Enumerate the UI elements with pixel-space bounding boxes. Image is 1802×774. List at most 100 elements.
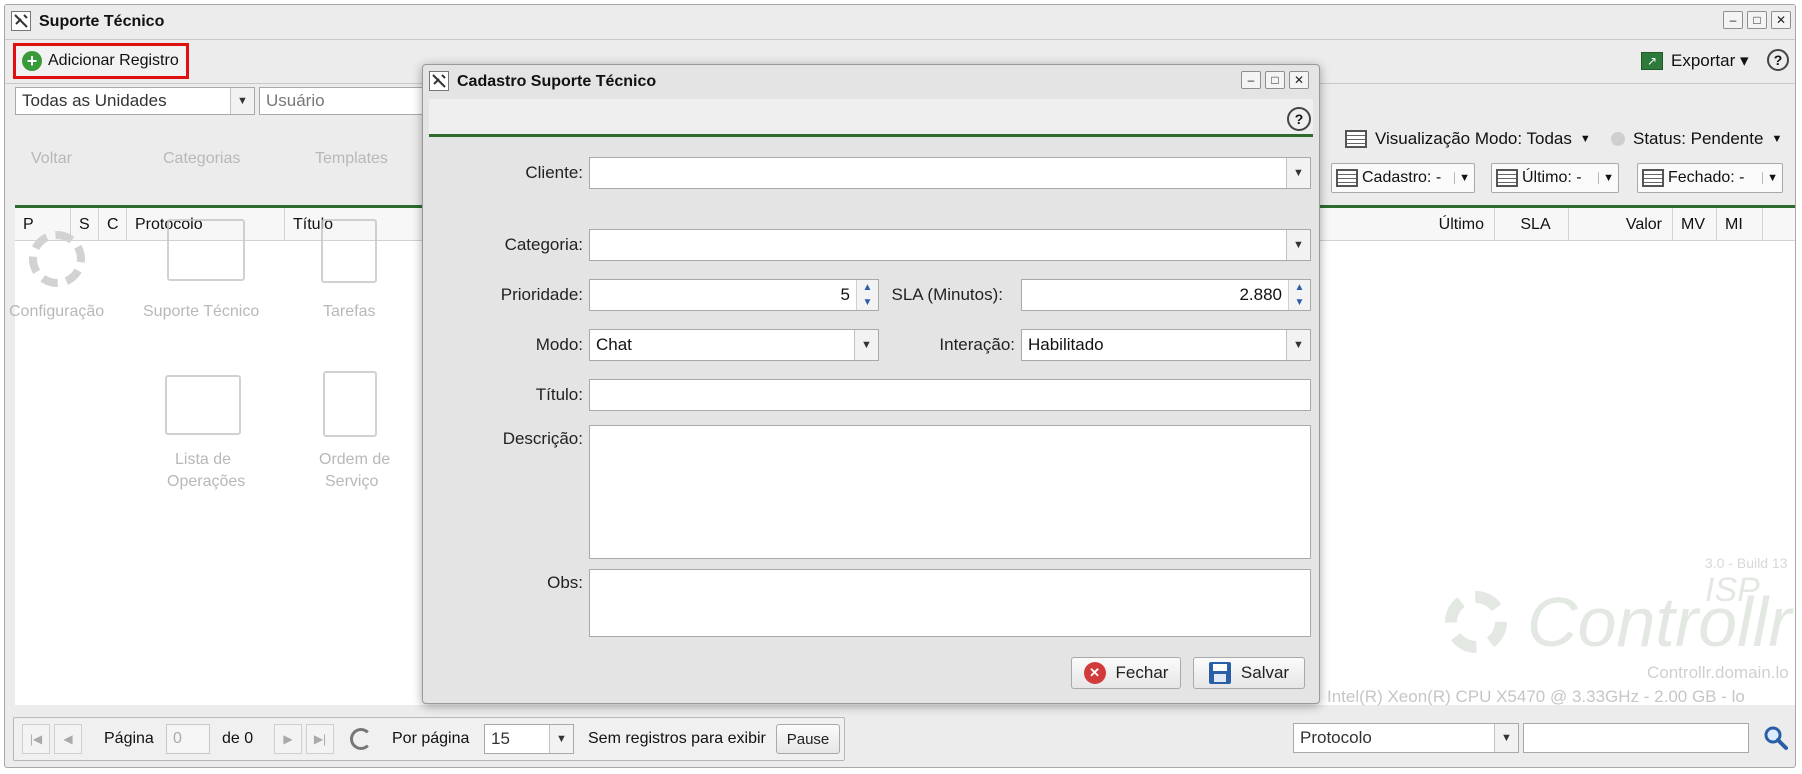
- chevron-down-icon[interactable]: ▼: [1286, 158, 1310, 188]
- column-mi[interactable]: MI: [1717, 208, 1763, 241]
- add-record-button[interactable]: + Adicionar Registro: [13, 43, 189, 79]
- prioridade-stepper[interactable]: 5 ▲ ▼: [589, 279, 879, 311]
- column-sla[interactable]: SLA: [1495, 208, 1569, 241]
- close-dialog-button[interactable]: ✕ Fechar: [1071, 657, 1181, 689]
- close-button[interactable]: ✕: [1771, 11, 1791, 29]
- page-total-label: de 0: [222, 730, 254, 747]
- prioridade-value: 5: [840, 285, 850, 304]
- app-icon: [11, 11, 31, 31]
- chevron-down-icon: ▼: [1454, 172, 1470, 184]
- work-order-icon: [323, 371, 377, 437]
- monitor-icon: [167, 219, 245, 281]
- chevron-down-icon[interactable]: ▼: [1286, 330, 1310, 360]
- title-divider: [5, 39, 1795, 40]
- per-page-label: Por página: [392, 730, 470, 747]
- chevron-down-icon[interactable]: ▼: [854, 330, 878, 360]
- column-mv[interactable]: MV: [1673, 208, 1717, 241]
- status-dot-icon: [1611, 132, 1625, 146]
- fechado-label: Fechado: -: [1668, 169, 1745, 186]
- list-icon: [1345, 130, 1367, 148]
- status-label: Status: Pendente: [1633, 129, 1764, 148]
- categoria-select[interactable]: ▼: [589, 229, 1311, 261]
- titulo-input[interactable]: [589, 379, 1311, 411]
- dialog-title: Cadastro Suporte Técnico: [457, 73, 657, 90]
- prev-page-button[interactable]: ◀: [54, 724, 82, 754]
- descricao-textarea[interactable]: [589, 425, 1311, 559]
- chevron-down-icon: ▼: [1598, 172, 1614, 184]
- column-c[interactable]: C: [99, 208, 127, 241]
- sla-stepper[interactable]: 2.880 ▲ ▼: [1021, 279, 1311, 311]
- chevron-down-icon[interactable]: ▼: [549, 725, 573, 753]
- ghost-voltar-label: Voltar: [31, 150, 72, 167]
- spinner-icon[interactable]: ▲ ▼: [1288, 280, 1310, 310]
- cliente-label: Cliente:: [525, 163, 583, 182]
- pause-button[interactable]: Pause: [776, 724, 840, 754]
- brand-gear-icon: [1445, 591, 1507, 653]
- interacao-select[interactable]: Habilitado ▼: [1021, 329, 1311, 361]
- dialog-app-icon: [429, 71, 449, 91]
- chevron-down-icon[interactable]: ▼: [1286, 230, 1310, 260]
- maximize-button[interactable]: □: [1747, 11, 1767, 29]
- spinner-icon[interactable]: ▲ ▼: [856, 280, 878, 310]
- per-page-select[interactable]: 15 ▼: [484, 724, 574, 754]
- per-page-value: 15: [491, 729, 510, 748]
- next-page-button[interactable]: ▶: [274, 724, 302, 754]
- column-valor[interactable]: Valor: [1569, 208, 1673, 241]
- list-icon: [1496, 169, 1518, 187]
- save-icon: [1208, 662, 1231, 684]
- column-s[interactable]: S: [71, 208, 99, 241]
- add-record-label: Adicionar Registro: [48, 52, 179, 69]
- notepad-icon: [321, 219, 377, 283]
- save-label: Salvar: [1240, 663, 1290, 682]
- titulo-label: Título:: [535, 385, 583, 404]
- list-icon: [1642, 169, 1664, 187]
- close-dialog-label: Fechar: [1115, 663, 1169, 682]
- export-button[interactable]: ↗ Exportar ▾: [1641, 51, 1749, 71]
- add-icon: +: [22, 51, 42, 71]
- visualization-filter[interactable]: Visualização Modo: Todas ▼: [1345, 129, 1591, 149]
- obs-textarea[interactable]: [589, 569, 1311, 637]
- last-page-button[interactable]: ▶|: [306, 724, 334, 754]
- minimize-button[interactable]: –: [1723, 11, 1743, 29]
- dialog-maximize-button[interactable]: □: [1265, 71, 1285, 89]
- ghost-categorias-label: Categorias: [163, 150, 241, 167]
- ultimo-filter[interactable]: Último: - ▼: [1491, 163, 1619, 193]
- dialog-close-button[interactable]: ✕: [1289, 71, 1309, 89]
- visualization-label: Visualização Modo: Todas: [1375, 129, 1572, 148]
- categoria-label: Categoria:: [504, 235, 583, 254]
- help-icon[interactable]: ?: [1767, 49, 1789, 71]
- page-input[interactable]: 0: [166, 724, 210, 754]
- version-label: 3.0 - Build 13: [1705, 555, 1788, 571]
- ghost-suporte-label: Suporte Técnico: [143, 303, 260, 320]
- ghost-lista-label-1: Lista de: [175, 451, 232, 468]
- empty-records-label: Sem registros para exibir: [588, 730, 766, 747]
- user-input-placeholder: Usuário: [266, 91, 325, 110]
- cadastro-filter[interactable]: Cadastro: - ▼: [1331, 163, 1475, 193]
- first-page-button[interactable]: |◀: [22, 724, 50, 754]
- ghost-templates-label: Templates: [315, 150, 388, 167]
- refresh-icon[interactable]: [350, 728, 372, 750]
- ultimo-label: Último: -: [1522, 169, 1582, 186]
- search-icon[interactable]: [1763, 725, 1789, 751]
- cliente-select[interactable]: ▼: [589, 157, 1311, 189]
- modo-value: Chat: [596, 335, 632, 354]
- chevron-down-icon: ▼: [1579, 133, 1591, 145]
- modo-select[interactable]: Chat ▼: [589, 329, 879, 361]
- chevron-down-icon[interactable]: ▼: [230, 88, 254, 114]
- sla-value: 2.880: [1239, 285, 1282, 304]
- search-input[interactable]: [1523, 723, 1749, 753]
- save-button[interactable]: Salvar: [1193, 657, 1305, 689]
- search-field-select[interactable]: Protocolo ▼: [1293, 723, 1519, 753]
- user-input[interactable]: Usuário: [259, 87, 429, 115]
- ghost-ordem-label-1: Ordem de: [319, 451, 391, 468]
- gear-icon: [29, 231, 85, 287]
- chevron-down-icon[interactable]: ▼: [1494, 724, 1518, 752]
- fechado-filter[interactable]: Fechado: - ▼: [1637, 163, 1783, 193]
- column-ultimo[interactable]: Último: [1345, 208, 1495, 241]
- status-filter[interactable]: Status: Pendente ▼: [1611, 129, 1782, 149]
- unit-select[interactable]: Todas as Unidades ▼: [15, 87, 255, 115]
- close-circle-icon: ✕: [1083, 662, 1106, 684]
- search-field-value: Protocolo: [1300, 728, 1372, 747]
- dialog-help-icon[interactable]: ?: [1287, 107, 1311, 131]
- dialog-minimize-button[interactable]: –: [1241, 71, 1261, 89]
